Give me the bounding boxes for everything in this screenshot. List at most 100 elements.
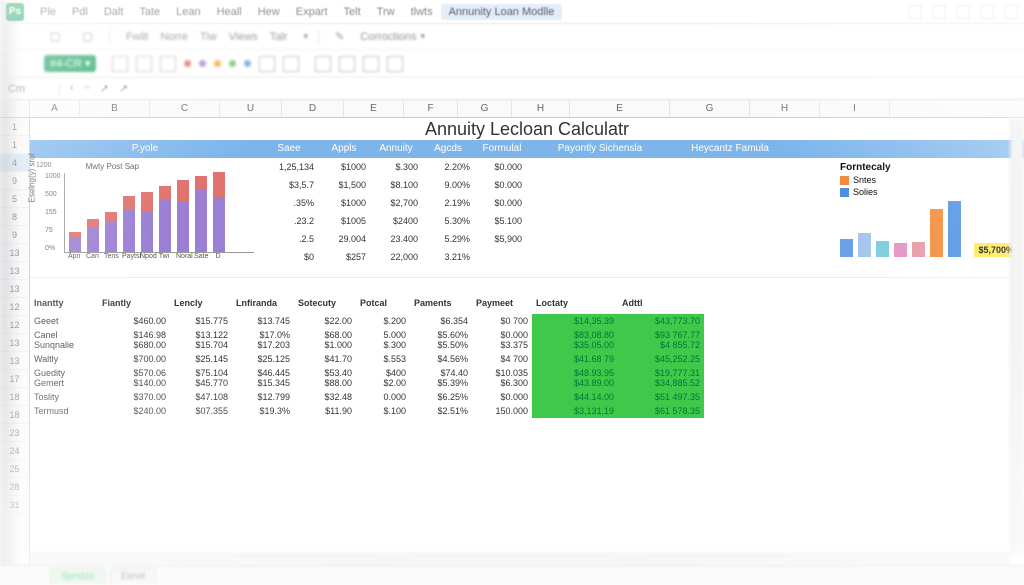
color-green[interactable] xyxy=(229,60,236,67)
menubar: Ps PlePdlDaltTateLeanHeallHewExpartTeltT… xyxy=(0,0,1024,24)
window-icon-3[interactable] xyxy=(956,5,970,19)
metric-cell: $1000 xyxy=(318,162,370,180)
col-U[interactable]: U xyxy=(220,100,282,117)
sheet-tabs: Sprstze Eiewt xyxy=(0,565,1024,585)
sheet-area[interactable]: Annuity Lecloan Calculatr P.yole Saee Ap… xyxy=(30,118,1024,565)
color-orange[interactable] xyxy=(214,60,221,67)
menu-module[interactable]: Annunity Loan Modlle xyxy=(441,4,563,20)
dh-Inantty: Inantty xyxy=(30,296,98,314)
menu-tlwts[interactable]: tlwts xyxy=(403,4,441,20)
menu-trw[interactable]: Trw xyxy=(369,4,403,20)
fb-fx-icon-2[interactable]: ↗ xyxy=(119,82,128,95)
table-row: Canel Sunqnalie$146.98$680.00$13.122$15.… xyxy=(30,328,1024,352)
tb1-talr[interactable]: Talr xyxy=(264,29,294,45)
metric-cell: 3.21% xyxy=(422,252,474,270)
hdr-appls: Appls xyxy=(318,140,370,158)
tb2-sq7[interactable] xyxy=(339,56,355,72)
metric-cell: 2.20% xyxy=(422,162,474,180)
tb2-sq4[interactable] xyxy=(259,56,275,72)
col-H[interactable]: H xyxy=(750,100,820,117)
metric-cell: .23.2 xyxy=(260,216,318,234)
tb2-sq2[interactable] xyxy=(136,56,152,72)
tb1-tiw[interactable]: Tiw xyxy=(194,29,223,45)
color-purple[interactable] xyxy=(199,60,206,67)
table-row: Geeet$460.00$15.775$13.745$22.00$.200$6.… xyxy=(30,314,1024,328)
app-logo: Ps xyxy=(6,3,24,21)
menu-ple[interactable]: Ple xyxy=(32,4,64,20)
tb2-sq9[interactable] xyxy=(387,56,403,72)
tb2-sq3[interactable] xyxy=(160,56,176,72)
formula-input[interactable] xyxy=(138,78,1024,99)
menu-dalt[interactable]: Dalt xyxy=(96,4,132,20)
sheet-tab-other[interactable]: Eiewt xyxy=(110,568,156,584)
scrollbar-vertical[interactable] xyxy=(1010,118,1024,553)
table-row: Toslity$370.00$47.108$12.799$32.480.000$… xyxy=(30,390,1024,404)
hdr-saee: Saee xyxy=(260,140,318,158)
menu-lean[interactable]: Lean xyxy=(168,4,208,20)
tb1-fwilt[interactable]: Fwilt xyxy=(120,29,155,45)
metric-cell: .35% xyxy=(260,198,318,216)
metric-cell: 1,25,134 xyxy=(260,162,318,180)
window-icon-1[interactable] xyxy=(908,5,922,19)
metric-cell: $2400 xyxy=(370,216,422,234)
metric-cell: $3,5.7 xyxy=(260,180,318,198)
col-B[interactable]: B xyxy=(80,100,150,117)
col-D[interactable]: D xyxy=(282,100,344,117)
metrics-table: 1,25,134$1000$.3002.20%$0.000$3,5.7$1,50… xyxy=(260,158,834,277)
hdr-pyole: P.yole xyxy=(30,140,260,158)
tb1-a[interactable]: ▢ xyxy=(44,28,66,45)
color-red[interactable] xyxy=(184,60,191,67)
tb2-sq5[interactable] xyxy=(283,56,299,72)
metric-cell: $1005 xyxy=(318,216,370,234)
menu-hew[interactable]: Hew xyxy=(250,4,288,20)
fb-cancel-icon[interactable]: ‹ xyxy=(70,82,74,95)
menu-pdl[interactable]: Pdl xyxy=(64,4,96,20)
tb1-views[interactable]: Views xyxy=(223,29,264,45)
sheet-tab-active[interactable]: Sprstze xyxy=(50,568,106,584)
metric-cell: $0 xyxy=(260,252,318,270)
sheet-title: Annuity Lecloan Calculatr xyxy=(30,118,1024,140)
scrollbar-horizontal[interactable] xyxy=(30,553,1010,565)
dh-Lencly: Lencly xyxy=(170,296,232,314)
metric-cell xyxy=(474,252,526,270)
dh-Paments: Paments xyxy=(410,296,472,314)
metric-cell: 2.19% xyxy=(422,198,474,216)
tb1-dropdown[interactable]: Corroctions▾ xyxy=(360,31,425,43)
tb1-brush[interactable]: ✎ xyxy=(329,28,350,45)
metric-cell: 5.29% xyxy=(422,234,474,252)
menu-expart[interactable]: Expart xyxy=(288,4,336,20)
metric-cell: $5.100 xyxy=(474,216,526,234)
fb-fx-icon[interactable]: ↗ xyxy=(100,82,109,95)
metric-cell: $1,500 xyxy=(318,180,370,198)
hdr-formulal: Formulal xyxy=(474,140,530,158)
col-G[interactable]: G xyxy=(670,100,750,117)
col-C[interactable]: C xyxy=(150,100,220,117)
name-box[interactable]: Cm xyxy=(0,83,60,95)
color-blue[interactable] xyxy=(244,60,251,67)
col-G[interactable]: G xyxy=(458,100,512,117)
grid: 1149589131313121213131718182324252831 An… xyxy=(0,118,1024,565)
tb2-sq8[interactable] xyxy=(363,56,379,72)
fb-accept-icon[interactable]: 𝄐 xyxy=(84,82,90,95)
blue-header: P.yole Saee Appls Annuity Agcds Formulal… xyxy=(30,140,1024,158)
col-F[interactable]: F xyxy=(404,100,458,117)
dh-Sotecuty: Sotecuty xyxy=(294,296,356,314)
col-E[interactable]: E xyxy=(570,100,670,117)
col-I[interactable]: I xyxy=(820,100,890,117)
col-A[interactable]: A xyxy=(30,100,80,117)
tb2-badge[interactable]: #4-CR ▾ xyxy=(44,55,96,72)
tb2-sq1[interactable] xyxy=(112,56,128,72)
menu-heall[interactable]: Heall xyxy=(209,4,250,20)
col-H[interactable]: H xyxy=(512,100,570,117)
window-icon-2[interactable] xyxy=(932,5,946,19)
metric-cell: 5.30% xyxy=(422,216,474,234)
table-row: Waltly$700.00$25.145$25.125$41.70$.553$4… xyxy=(30,352,1024,366)
window-icon-5[interactable] xyxy=(1004,5,1018,19)
tb1-norre[interactable]: Norre xyxy=(154,29,194,45)
menu-telt[interactable]: Telt xyxy=(336,4,369,20)
menu-tate[interactable]: Tate xyxy=(131,4,168,20)
tb1-b[interactable]: ▢ xyxy=(76,28,98,45)
window-icon-4[interactable] xyxy=(980,5,994,19)
col-E[interactable]: E xyxy=(344,100,404,117)
tb2-sq6[interactable] xyxy=(315,56,331,72)
